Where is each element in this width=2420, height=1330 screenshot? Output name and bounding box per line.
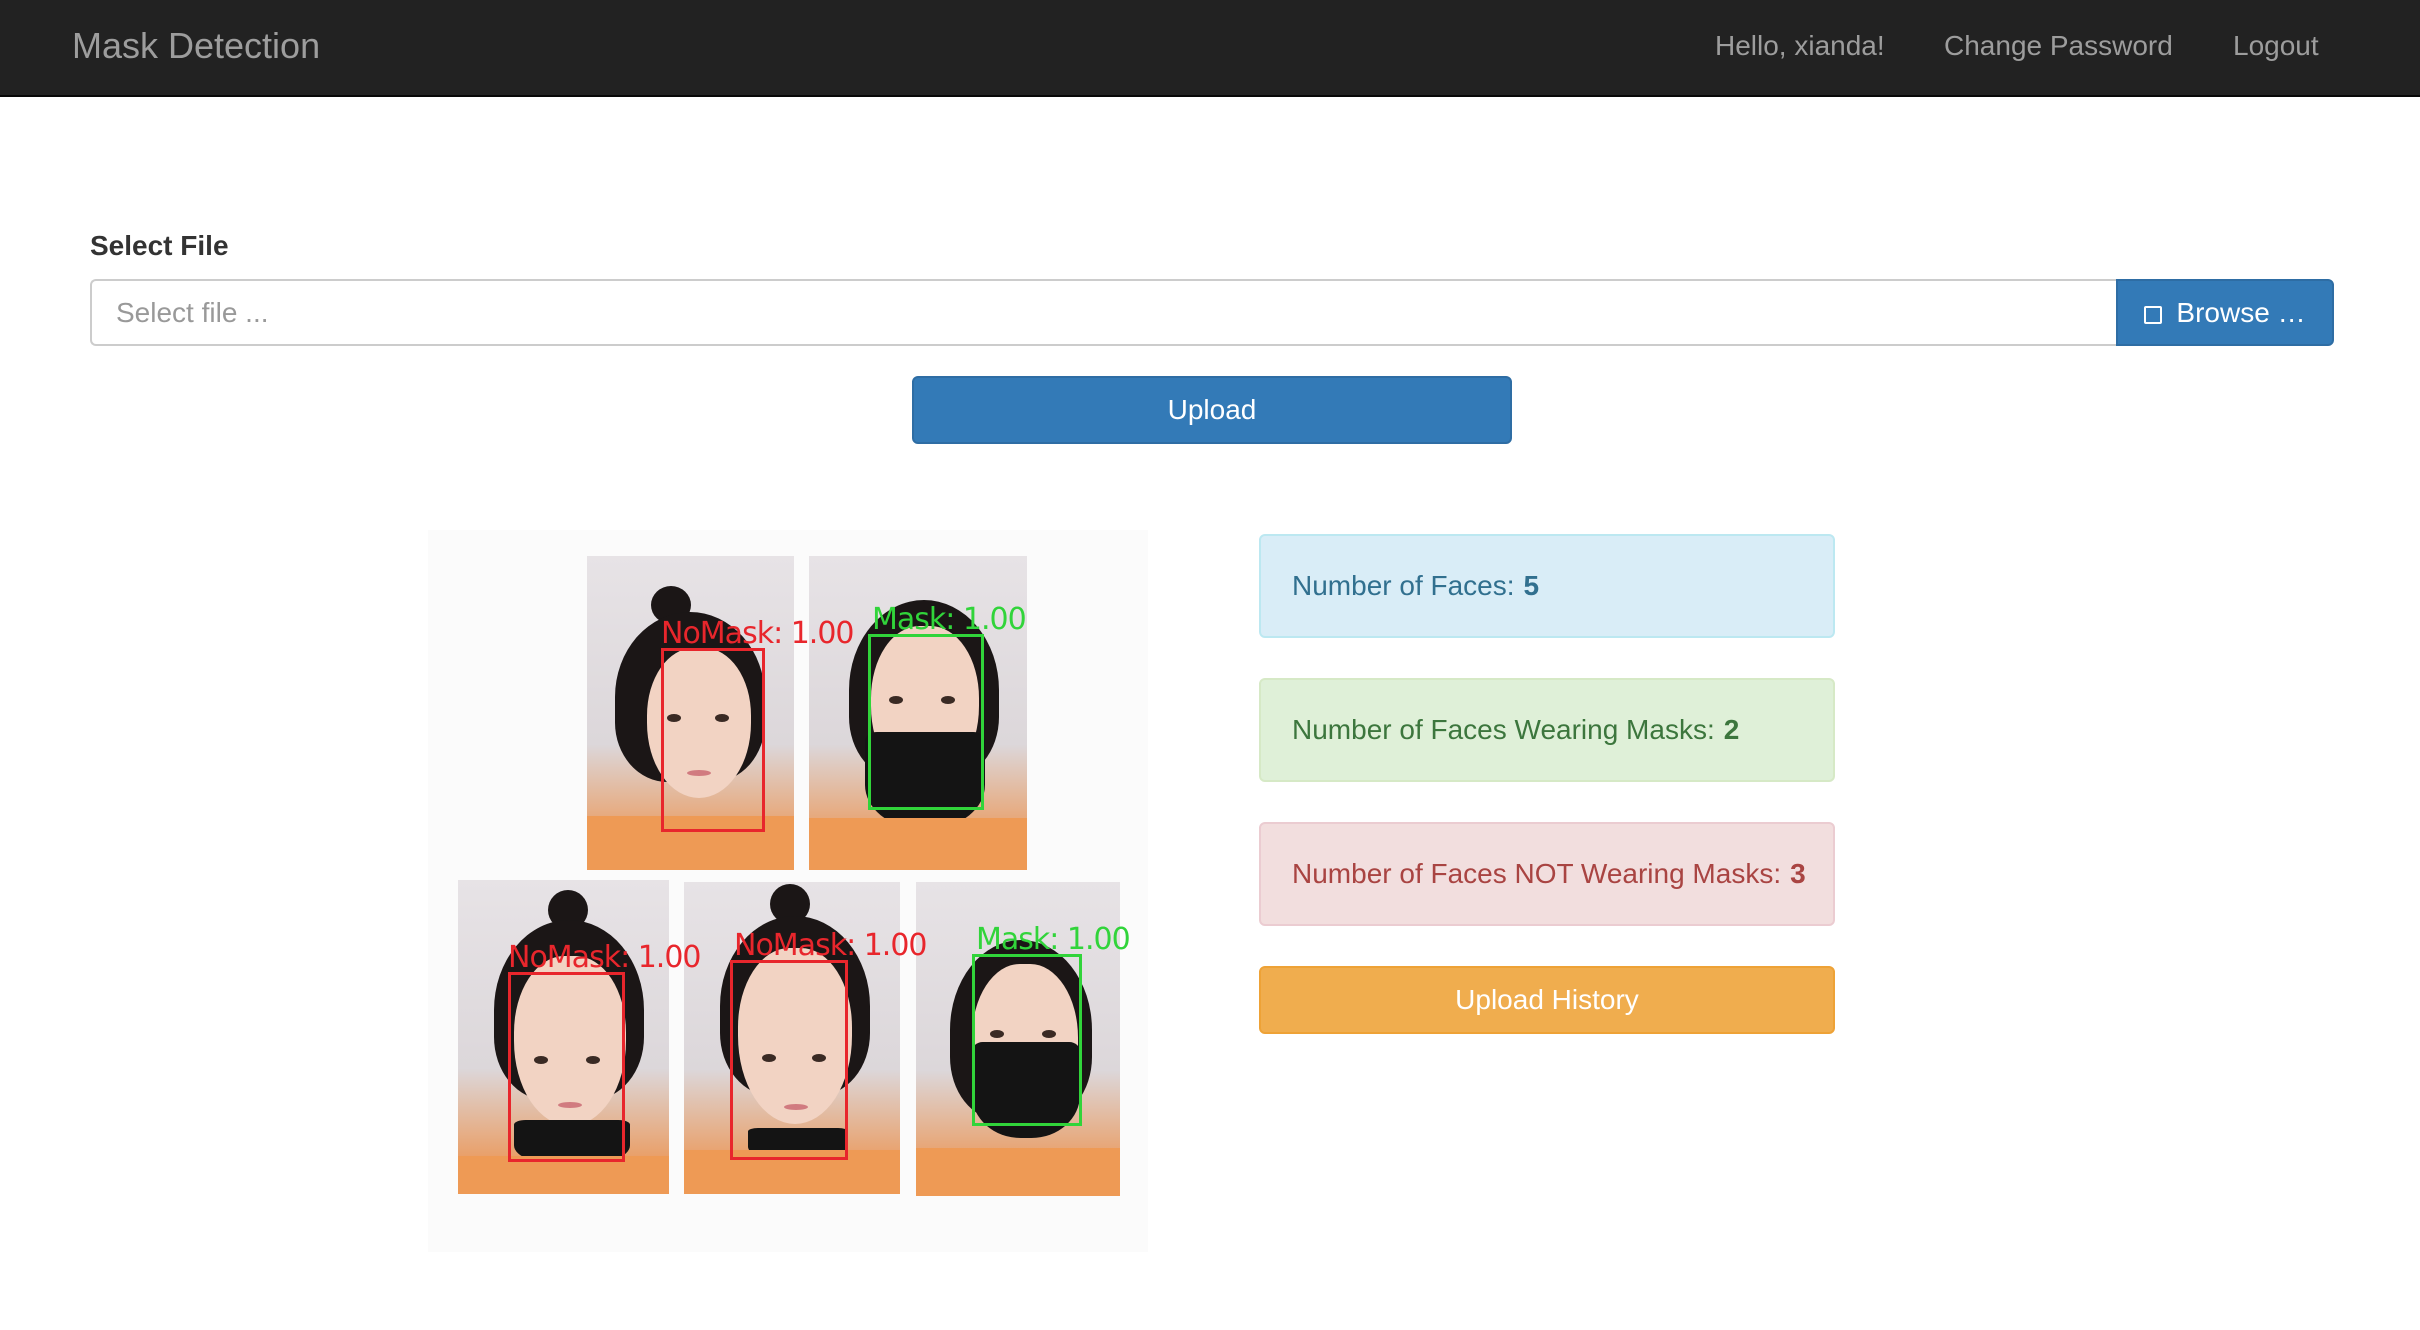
mask-detection-box: [868, 634, 984, 810]
folder-open-icon: [2144, 305, 2163, 324]
no-mask-detection-box: [730, 960, 848, 1160]
unmasked-faces-alert: Number of Faces NOT Wearing Masks: 3: [1259, 822, 1835, 926]
unmasked-faces-label: Number of Faces NOT Wearing Masks:: [1292, 858, 1782, 889]
mask-detection-box: [972, 954, 1082, 1126]
select-file-label: Select File: [90, 230, 229, 261]
total-faces-label: Number of Faces:: [1292, 570, 1515, 601]
change-password-link[interactable]: Change Password: [1944, 0, 2173, 95]
detection-label: Mask: 1.00: [976, 922, 1131, 957]
logout-link[interactable]: Logout: [2233, 0, 2319, 95]
no-mask-detection-box: [508, 972, 625, 1162]
browse-button-label: Browse …: [2176, 296, 2306, 328]
total-faces-value: 5: [1523, 570, 1540, 601]
masked-faces-label: Number of Faces Wearing Masks:: [1292, 714, 1715, 745]
browse-button[interactable]: Browse …: [2116, 279, 2334, 346]
detection-label: NoMask: 1.00: [661, 616, 855, 651]
total-faces-alert: Number of Faces: 5: [1259, 534, 1835, 638]
greeting-link[interactable]: Hello, xianda!: [1715, 0, 1885, 95]
upload-button[interactable]: Upload: [912, 376, 1512, 444]
detection-label: NoMask: 1.00: [508, 940, 702, 975]
file-path-input[interactable]: [90, 279, 2117, 346]
brand-link[interactable]: Mask Detection: [72, 0, 320, 95]
detection-result-image: NoMask: 1.00 Mask: 1.00 NoMask: 1.00 NoM…: [428, 530, 1148, 1252]
unmasked-faces-value: 3: [1790, 858, 1806, 889]
no-mask-detection-box: [661, 648, 765, 832]
masked-faces-alert: Number of Faces Wearing Masks: 2: [1259, 678, 1835, 782]
detection-label: NoMask: 1.00: [734, 928, 928, 963]
upload-history-button[interactable]: Upload History: [1259, 966, 1835, 1034]
top-navbar: Mask Detection Hello, xianda! Change Pas…: [0, 0, 2420, 97]
detection-label: Mask: 1.00: [872, 602, 1027, 637]
masked-faces-value: 2: [1723, 714, 1740, 745]
